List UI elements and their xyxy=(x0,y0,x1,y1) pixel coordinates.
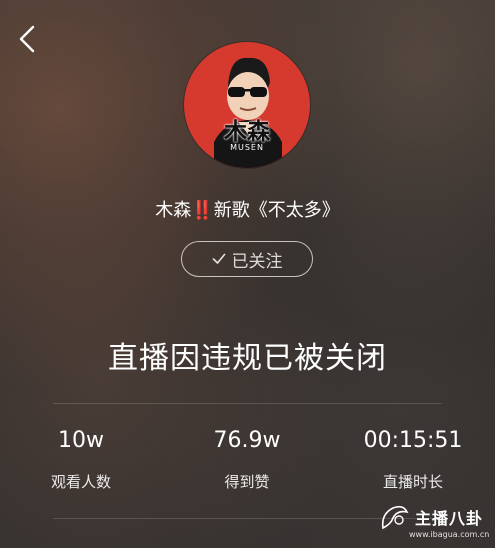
watermark: 主播八卦 www.ibagua.com.cn xyxy=(379,502,490,542)
watermark-text: 主播八卦 xyxy=(415,509,484,528)
stat-value: 00:15:51 xyxy=(363,428,463,453)
stat-likes: 76.9w 得到赞 xyxy=(167,428,327,492)
double-exclamation-icon: ‼️ xyxy=(191,200,214,221)
stats-row: 10w 观看人数 76.9w 得到赞 00:15:51 直播时长 xyxy=(0,428,495,498)
stat-label: 观看人数 xyxy=(50,473,111,491)
stat-viewers: 10w 观看人数 xyxy=(1,428,161,492)
avatar-name-text: 木森 xyxy=(224,119,270,145)
stat-duration: 00:15:51 直播时长 xyxy=(333,428,493,492)
stat-value: 10w xyxy=(58,428,104,453)
watermark-logo-icon xyxy=(381,505,409,530)
chevron-left-icon xyxy=(19,25,35,53)
avatar-sub-text: MUSEN xyxy=(230,143,264,152)
stat-label: 直播时长 xyxy=(382,473,443,491)
title-suffix: 新歌《不太多》 xyxy=(213,200,340,221)
avatar[interactable]: 木森 MUSEN xyxy=(184,42,310,168)
followed-label: 已关注 xyxy=(231,251,283,272)
watermark-url: www.ibagua.com.cn xyxy=(409,530,490,539)
stream-closed-message: 直播因违规已被关闭 xyxy=(108,341,387,376)
stat-value: 76.9w xyxy=(213,428,281,453)
followed-button[interactable]: 已关注 xyxy=(181,241,313,277)
back-button[interactable] xyxy=(14,24,40,54)
divider-top xyxy=(53,403,442,404)
stat-label: 得到赞 xyxy=(224,473,270,491)
check-icon xyxy=(212,253,226,265)
title-prefix: 木森 xyxy=(155,200,192,221)
stream-title: 木森‼️新歌《不太多》 xyxy=(0,196,495,222)
